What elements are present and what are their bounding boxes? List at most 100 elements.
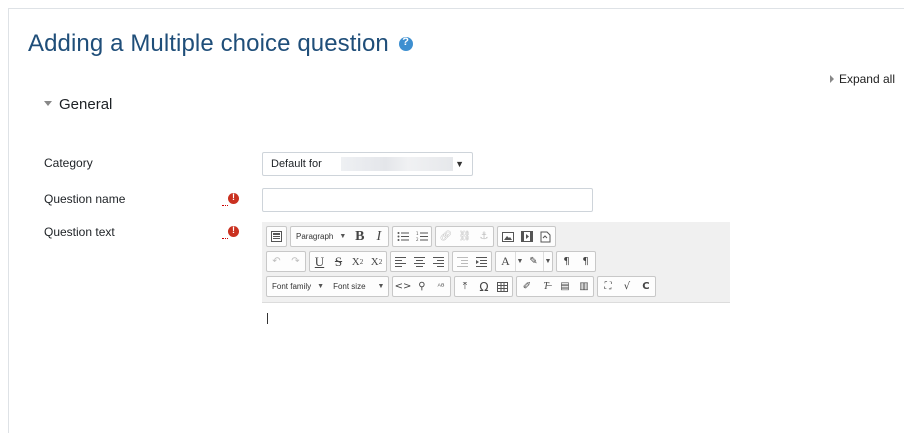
- category-label: Category: [44, 156, 93, 170]
- caret-right-icon: [829, 74, 834, 83]
- toolbar-group: 12: [392, 226, 433, 247]
- undo-icon[interactable]: ↶: [267, 252, 286, 271]
- toolbar-group: ⤒ Ω: [454, 276, 514, 297]
- underline-icon[interactable]: U: [310, 252, 329, 271]
- redacted-category-name: [341, 157, 453, 171]
- section-general-toggle[interactable]: General: [44, 96, 112, 113]
- toolbar-group: A ▼ ✎ ▼: [495, 251, 553, 272]
- required-dots: [222, 205, 228, 206]
- bold-icon[interactable]: B: [350, 227, 369, 246]
- dropdown-arrow-icon: ▼: [377, 283, 385, 290]
- outdent-icon[interactable]: [453, 252, 472, 271]
- rtl-icon[interactable]: ¶: [576, 252, 595, 271]
- chemistry-icon[interactable]: C: [636, 277, 655, 296]
- required-icon: [222, 225, 242, 240]
- dropdown-arrow-icon: ▼: [543, 252, 552, 271]
- required-dots: [222, 238, 228, 239]
- html-code-icon[interactable]: <>: [393, 277, 412, 296]
- toolbar-group: U S X2 X2: [309, 251, 387, 272]
- expand-all-link[interactable]: Expand all: [829, 72, 895, 86]
- toolbar-group: [390, 251, 449, 272]
- paste-text-icon[interactable]: ▤: [555, 277, 574, 296]
- link-icon[interactable]: 🔗︎: [436, 227, 455, 246]
- numbered-list-icon[interactable]: 12: [412, 227, 431, 246]
- text-color-button[interactable]: A ▼: [496, 252, 524, 271]
- redo-icon[interactable]: ↷: [286, 252, 305, 271]
- dropdown-arrow-icon: ▼: [317, 283, 325, 290]
- media-icon[interactable]: [517, 227, 536, 246]
- caret-down-icon: [44, 100, 52, 106]
- section-title: General: [59, 96, 113, 113]
- toolbar-group: [266, 226, 287, 247]
- anchor-icon[interactable]: ⚓︎: [474, 227, 493, 246]
- font-family-select[interactable]: Font family ▼: [267, 277, 328, 296]
- unlink-icon[interactable]: ⛓︎: [455, 227, 474, 246]
- font-size-label: Font size: [333, 282, 366, 291]
- category-select[interactable]: Default for ▼: [262, 152, 473, 176]
- font-family-label: Font family: [272, 282, 312, 291]
- text-cursor: [267, 313, 268, 324]
- toolbar-group: [497, 226, 557, 247]
- text-color-icon: A: [501, 254, 510, 268]
- category-select-value: Default for: [271, 158, 322, 170]
- ltr-icon[interactable]: ¶: [557, 252, 576, 271]
- svg-text:1: 1: [416, 231, 419, 236]
- search-replace-icon[interactable]: ⚲: [412, 277, 431, 296]
- question-name-input[interactable]: [262, 188, 593, 212]
- italic-icon[interactable]: I: [369, 227, 388, 246]
- fullscreen-icon[interactable]: ⛶: [598, 277, 617, 296]
- page: Adding a Multiple choice question Expand…: [0, 0, 904, 433]
- strikethrough-icon[interactable]: S: [329, 252, 348, 271]
- align-right-icon[interactable]: [429, 252, 448, 271]
- question-text-content[interactable]: [262, 303, 730, 411]
- upload-icon[interactable]: ⤒: [455, 277, 474, 296]
- toolbar-toggle-icon[interactable]: [267, 227, 286, 246]
- font-size-select[interactable]: Font size ▼: [328, 277, 388, 296]
- toolbar-group: [452, 251, 492, 272]
- page-title-text: Adding a Multiple choice question: [28, 30, 389, 57]
- question-name-label: Question name: [44, 192, 126, 206]
- required-circle: [228, 192, 239, 204]
- question-text-label: Question text: [44, 225, 115, 239]
- toolbar-row-1: Paragraph ▼ B I 12 🔗︎ ⛓︎ ⚓︎: [266, 226, 557, 247]
- toolbar-group: ↶ ↷: [266, 251, 306, 272]
- image-icon[interactable]: [498, 227, 517, 246]
- select-arrow-icon: ▼: [455, 159, 464, 169]
- align-left-icon[interactable]: [391, 252, 410, 271]
- required-circle: [228, 225, 239, 237]
- toolbar-group: 🔗︎ ⛓︎ ⚓︎: [435, 226, 495, 247]
- toolbar-row-2: ↶ ↷ U S X2 X2 A ▼ ✎ ▼ ¶ ¶: [266, 251, 596, 272]
- spellcheck-icon[interactable]: ᴬᴮ: [431, 277, 450, 296]
- table-icon[interactable]: [493, 277, 512, 296]
- svg-text:2: 2: [416, 237, 419, 242]
- toolbar-group: Font family ▼ Font size ▼: [266, 276, 390, 297]
- toolbar-group: ⛶ √ C: [597, 276, 657, 297]
- dropdown-arrow-icon: ▼: [339, 233, 347, 240]
- question-text-editor: Paragraph ▼ B I 12 🔗︎ ⛓︎ ⚓︎ ↶ ↷ U S X 2 …: [262, 222, 730, 412]
- paragraph-format-label: Paragraph: [296, 232, 334, 241]
- toolbar-group: Paragraph ▼ B I: [290, 226, 390, 247]
- superscript-icon[interactable]: X2: [367, 252, 386, 271]
- background-color-button[interactable]: ✎ ▼: [524, 252, 552, 271]
- help-icon[interactable]: [398, 36, 413, 51]
- remove-format-icon[interactable]: T̶: [536, 277, 555, 296]
- background-color-icon: ✎: [529, 256, 538, 267]
- editor-toolbar: Paragraph ▼ B I 12 🔗︎ ⛓︎ ⚓︎ ↶ ↷ U S X 2 …: [262, 222, 730, 303]
- required-icon: [222, 192, 242, 207]
- clear-formatting-icon[interactable]: ✐: [517, 277, 536, 296]
- toolbar-row-3: Font family ▼ Font size ▼ <> ⚲ ᴬᴮ ⤒ Ω ✐ T̶…: [266, 276, 657, 297]
- dropdown-arrow-icon: ▼: [515, 252, 524, 271]
- subscript-icon[interactable]: X2: [348, 252, 367, 271]
- toolbar-group: ¶ ¶: [556, 251, 596, 272]
- bullet-list-icon[interactable]: [393, 227, 412, 246]
- paste-word-icon[interactable]: ▥: [574, 277, 593, 296]
- equation-icon[interactable]: √: [617, 277, 636, 296]
- align-center-icon[interactable]: [410, 252, 429, 271]
- special-character-icon[interactable]: Ω: [474, 277, 493, 296]
- indent-icon[interactable]: [472, 252, 491, 271]
- page-title: Adding a Multiple choice question: [28, 30, 413, 58]
- toolbar-group: ✐ T̶ ▤ ▥: [516, 276, 595, 297]
- paragraph-format-select[interactable]: Paragraph ▼: [291, 227, 350, 246]
- manage-files-icon[interactable]: [536, 227, 555, 246]
- toolbar-group: <> ⚲ ᴬᴮ: [392, 276, 452, 297]
